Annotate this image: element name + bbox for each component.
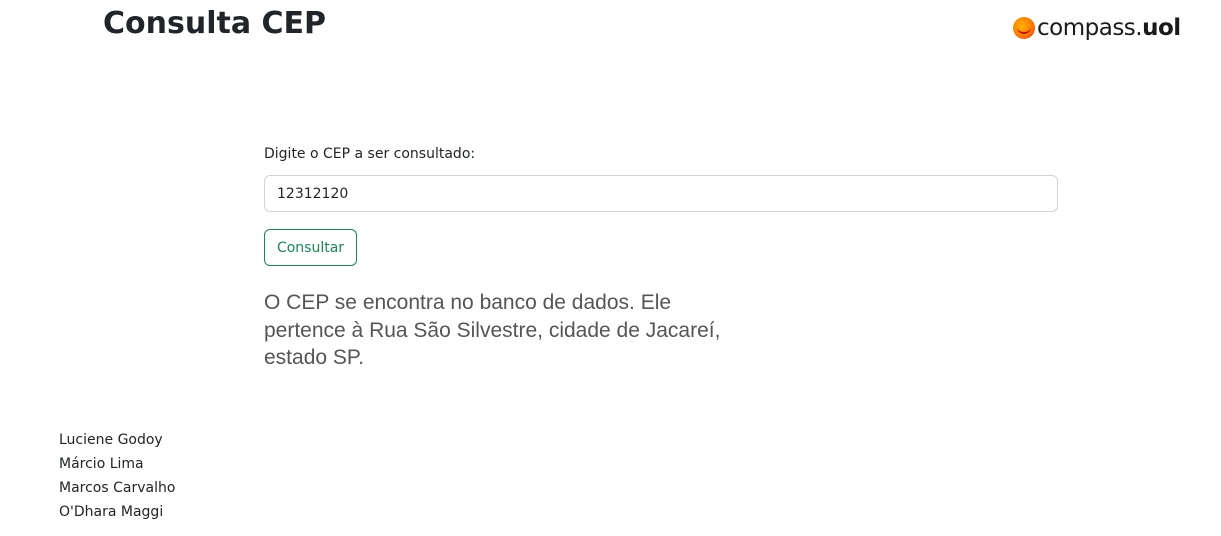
author-item: O'Dhara Maggi [59,504,164,520]
cep-input[interactable] [264,175,1058,212]
authors-list: Luciene Godoy Márcio Lima Marcos Carvalh… [59,428,175,524]
author-item: Marcos Carvalho [59,480,176,496]
cep-label: Digite o CEP a ser consultado: [264,146,476,162]
consultar-button[interactable]: Consultar [264,229,357,266]
compass-uol-logo-icon [1013,17,1035,39]
author-item: Luciene Godoy [59,432,163,448]
result-message: O CEP se encontra no banco de dados. Ele… [264,291,721,369]
logo-text: compass.uol [1037,14,1181,41]
author-item: Márcio Lima [59,456,144,472]
logo-text-regular: compass. [1037,14,1143,41]
logo-text-bold: uol [1142,14,1181,41]
page-title: Consulta CEP [103,6,327,41]
compass-uol-logo: compass.uol [1013,14,1181,42]
